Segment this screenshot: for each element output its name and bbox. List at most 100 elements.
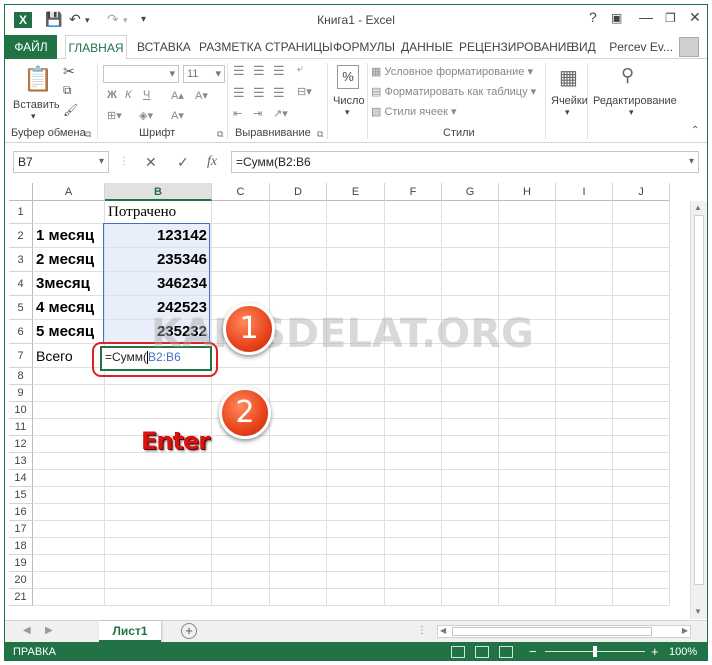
cell[interactable] xyxy=(270,487,327,504)
cell[interactable] xyxy=(442,402,499,419)
cell[interactable] xyxy=(33,402,105,419)
cell[interactable] xyxy=(385,589,442,606)
cell[interactable] xyxy=(270,436,327,453)
align-right-icon[interactable]: ☰ xyxy=(273,85,285,101)
cell[interactable] xyxy=(442,248,499,272)
alignment-launcher-icon[interactable]: ⧉ xyxy=(317,129,323,140)
cell[interactable]: 5 месяц xyxy=(33,320,105,344)
cell[interactable] xyxy=(442,521,499,538)
cell[interactable] xyxy=(270,538,327,555)
cell[interactable] xyxy=(499,487,556,504)
cell[interactable] xyxy=(442,224,499,248)
help-icon[interactable]: ? xyxy=(589,9,597,25)
page-break-view-icon[interactable] xyxy=(499,646,513,658)
row-header[interactable]: 14 xyxy=(9,470,33,487)
cell[interactable] xyxy=(499,248,556,272)
cell[interactable] xyxy=(556,344,613,368)
cell[interactable] xyxy=(613,538,670,555)
cell[interactable] xyxy=(327,402,385,419)
cell[interactable] xyxy=(613,296,670,320)
scroll-thumb[interactable] xyxy=(694,215,704,585)
format-painter-icon[interactable]: 🖌 xyxy=(63,103,78,117)
cell[interactable] xyxy=(385,436,442,453)
ribbon-options-icon[interactable]: ▣ xyxy=(611,11,622,25)
sheet-tab-list1[interactable]: Лист1 xyxy=(99,621,161,642)
zoom-in-icon[interactable]: + xyxy=(651,644,659,659)
cell[interactable] xyxy=(270,272,327,296)
cell[interactable] xyxy=(499,201,556,224)
cell[interactable] xyxy=(613,419,670,436)
zoom-level[interactable]: 100% xyxy=(669,646,697,658)
cell[interactable] xyxy=(33,555,105,572)
cell[interactable] xyxy=(270,555,327,572)
clipboard-launcher-icon[interactable]: ⧉ xyxy=(85,129,91,140)
row-header[interactable]: 13 xyxy=(9,453,33,470)
cell[interactable] xyxy=(499,272,556,296)
cell[interactable] xyxy=(105,385,212,402)
tab-split-icon[interactable]: ⋮ xyxy=(417,625,427,636)
cell[interactable] xyxy=(499,402,556,419)
row-header[interactable]: 20 xyxy=(9,572,33,589)
cell[interactable] xyxy=(556,453,613,470)
cell[interactable] xyxy=(327,521,385,538)
cell[interactable] xyxy=(270,572,327,589)
cell[interactable] xyxy=(556,272,613,296)
cell[interactable]: 2 месяц xyxy=(33,248,105,272)
cell[interactable] xyxy=(385,572,442,589)
font-size-combo[interactable]: 11 ▾ xyxy=(183,65,225,83)
cell[interactable] xyxy=(270,504,327,521)
cell[interactable] xyxy=(385,272,442,296)
borders-icon[interactable]: ⊞▾ xyxy=(107,109,122,122)
cell[interactable] xyxy=(613,487,670,504)
hscroll-thumb[interactable] xyxy=(452,627,652,636)
cell[interactable] xyxy=(33,385,105,402)
column-header[interactable]: B xyxy=(105,183,212,201)
row-header[interactable]: 16 xyxy=(9,504,33,521)
cell[interactable] xyxy=(385,248,442,272)
cell[interactable] xyxy=(442,436,499,453)
cell[interactable] xyxy=(212,555,270,572)
tab-page-layout[interactable]: РАЗМЕТКА СТРАНИЦЫ xyxy=(199,35,333,59)
cell[interactable] xyxy=(33,453,105,470)
cell[interactable] xyxy=(613,402,670,419)
cell[interactable] xyxy=(270,368,327,385)
cells-dropdown-icon[interactable]: ▾ xyxy=(565,107,570,118)
restore-icon[interactable]: ❐ xyxy=(665,11,676,25)
cell[interactable] xyxy=(270,470,327,487)
cell[interactable] xyxy=(613,272,670,296)
zoom-out-icon[interactable]: − xyxy=(529,644,537,659)
cell[interactable] xyxy=(327,224,385,248)
add-sheet-icon[interactable]: + xyxy=(181,623,197,639)
avatar[interactable] xyxy=(679,37,699,57)
select-all-corner[interactable] xyxy=(9,183,33,201)
cell[interactable] xyxy=(105,504,212,521)
cell[interactable] xyxy=(499,572,556,589)
cell[interactable] xyxy=(327,538,385,555)
row-header[interactable]: 10 xyxy=(9,402,33,419)
cell[interactable] xyxy=(442,385,499,402)
cell[interactable] xyxy=(327,436,385,453)
cell[interactable] xyxy=(613,385,670,402)
tab-insert[interactable]: ВСТАВКА xyxy=(137,35,191,59)
cell[interactable] xyxy=(556,320,613,344)
cell[interactable] xyxy=(385,487,442,504)
align-center-icon[interactable]: ☰ xyxy=(253,85,265,101)
cell[interactable] xyxy=(105,555,212,572)
cell[interactable] xyxy=(442,555,499,572)
cell[interactable] xyxy=(212,470,270,487)
vertical-scrollbar[interactable]: ▲ ▼ xyxy=(690,201,707,619)
editing-button[interactable]: Редактирование xyxy=(593,95,677,107)
row-header[interactable]: 7 xyxy=(9,344,33,368)
cell[interactable] xyxy=(212,521,270,538)
cell[interactable] xyxy=(442,419,499,436)
align-top-icon[interactable]: ☰ xyxy=(233,63,245,79)
cell[interactable] xyxy=(270,201,327,224)
cell[interactable] xyxy=(556,589,613,606)
cell[interactable] xyxy=(499,453,556,470)
column-header[interactable]: H xyxy=(499,183,556,201)
cell[interactable] xyxy=(385,385,442,402)
prev-sheet-icon[interactable]: ◀ xyxy=(23,625,31,636)
row-header[interactable]: 5 xyxy=(9,296,33,320)
cell[interactable] xyxy=(385,538,442,555)
normal-view-icon[interactable] xyxy=(451,646,465,658)
